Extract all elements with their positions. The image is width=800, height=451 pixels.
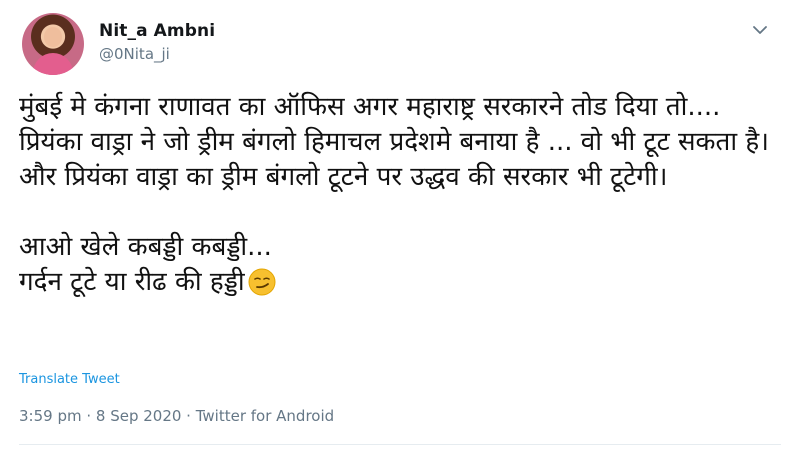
user-handle[interactable]: @0Nita_ji	[99, 45, 170, 63]
avatar-body	[33, 53, 73, 75]
tweet-card: Nit_a Ambni @0Nita_ji मुंबई मे कंगना राण…	[0, 0, 800, 451]
tweet-text: मुंबई मे कंगना राणावत का ऑफिस अगर महाराष…	[19, 90, 784, 300]
translate-tweet-link[interactable]: Translate Tweet	[19, 372, 120, 387]
smirking-face-emoji-icon	[248, 268, 276, 296]
chevron-down-icon[interactable]	[750, 20, 770, 40]
divider	[19, 444, 781, 445]
avatar[interactable]	[22, 13, 84, 75]
tweet-timestamp[interactable]: 3:59 pm · 8 Sep 2020 · Twitter for Andro…	[19, 407, 334, 425]
user-display-name[interactable]: Nit_a Ambni	[99, 21, 215, 41]
avatar-face	[44, 27, 62, 47]
tweet-body: मुंबई मे कंगना राणावत का ऑफिस अगर महाराष…	[19, 92, 769, 297]
